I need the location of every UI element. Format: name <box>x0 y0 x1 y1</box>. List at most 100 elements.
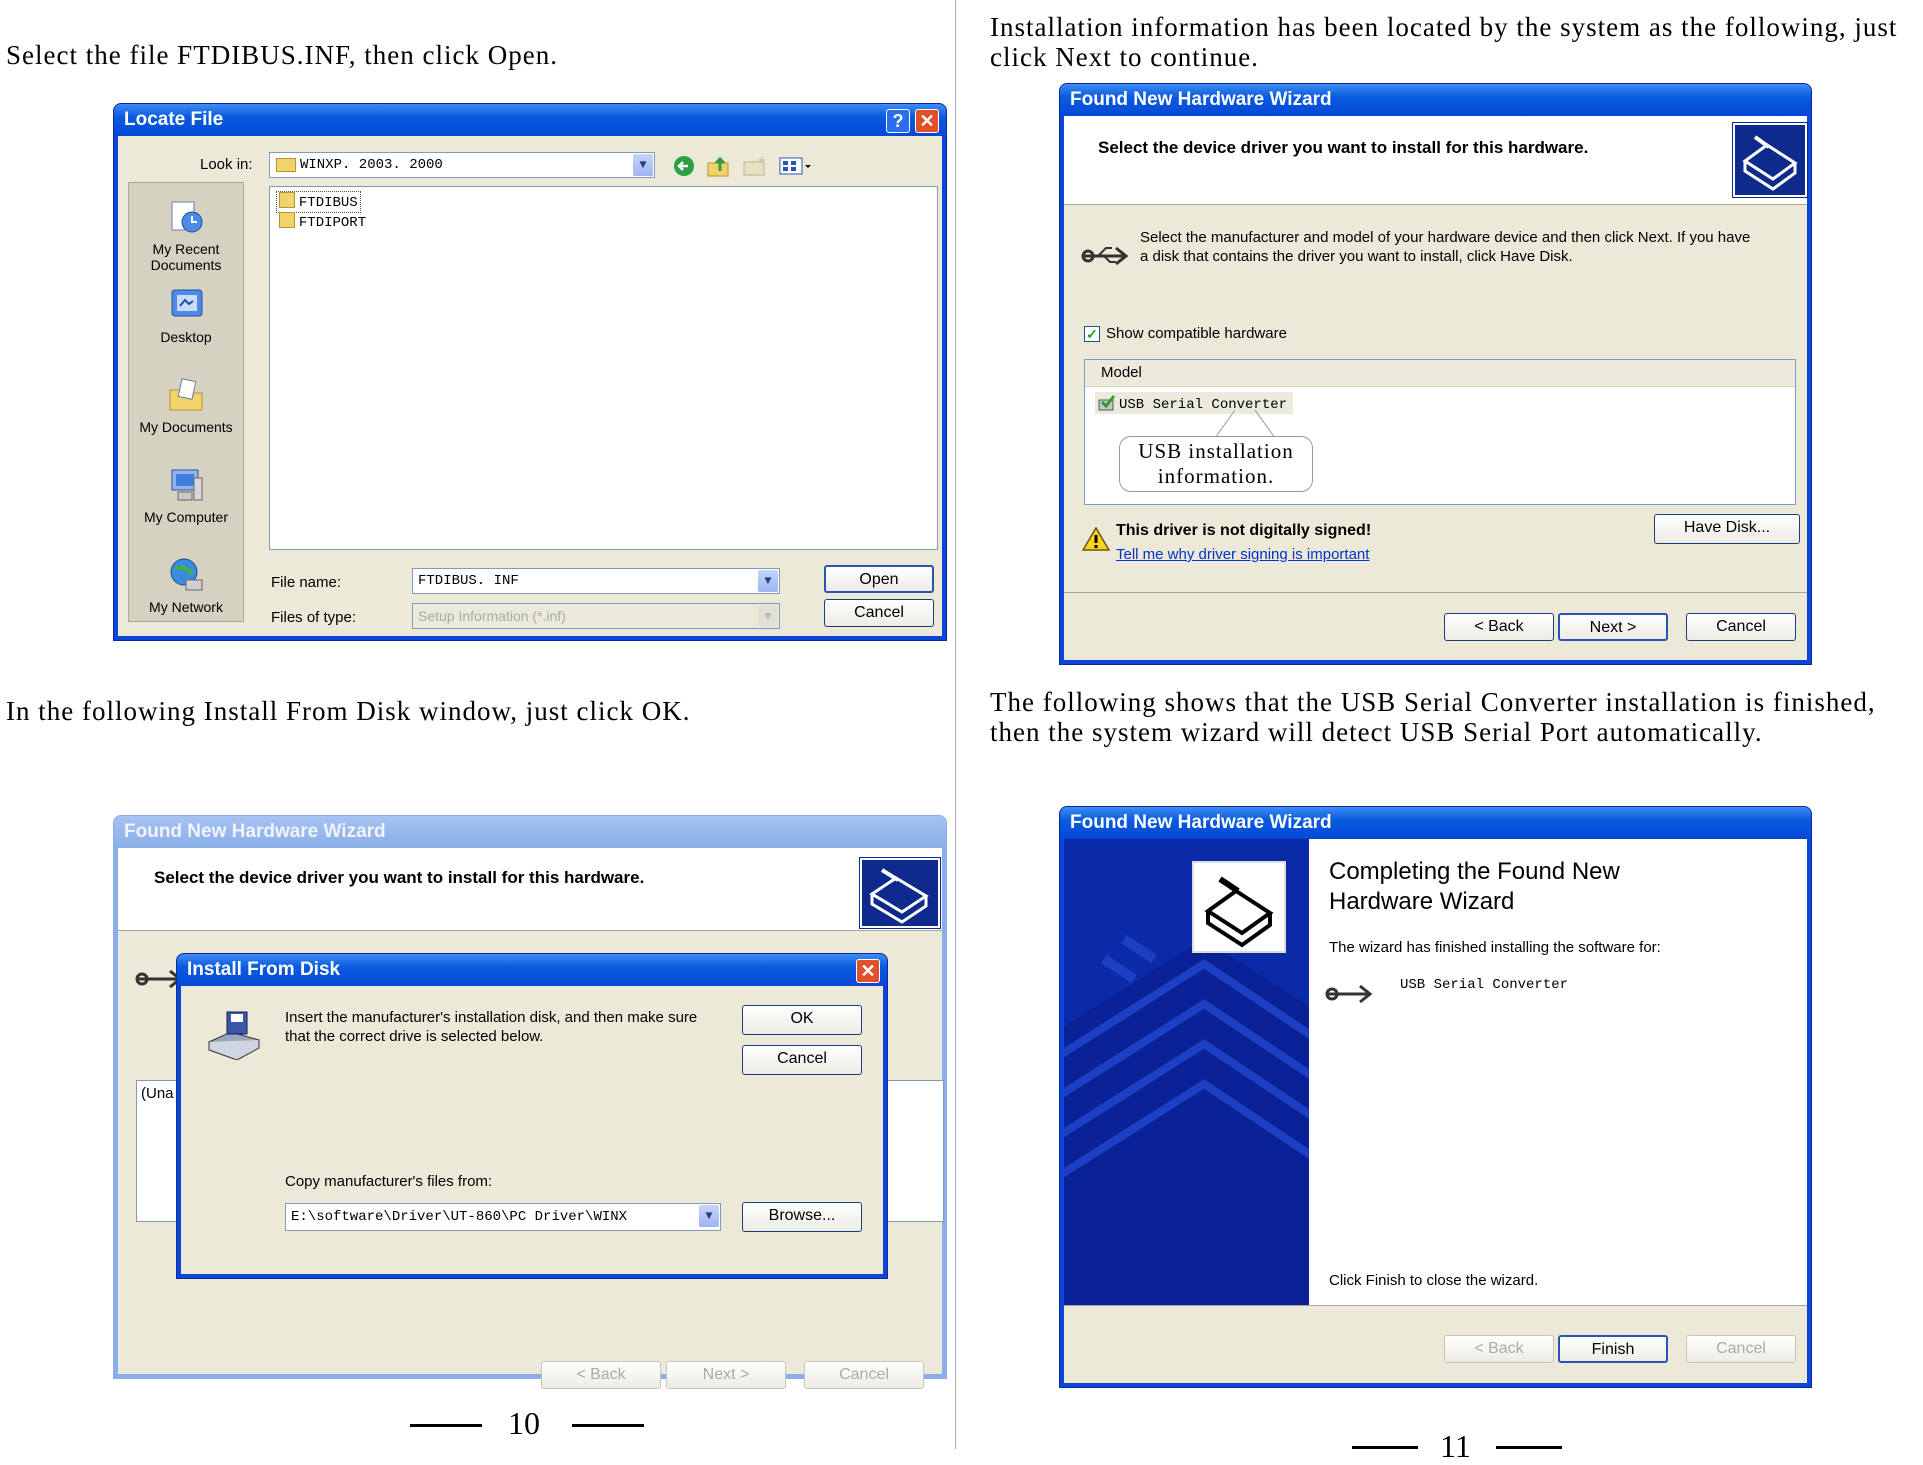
cancel-button[interactable]: Cancel <box>1686 613 1796 641</box>
wizard-header-title: Select the device driver you want to ins… <box>154 868 645 887</box>
new-folder-icon[interactable] <box>742 154 768 178</box>
wizard-instructions: Select the manufacturer and model of you… <box>1140 229 1751 265</box>
place-my-computer[interactable]: My Computer <box>136 466 236 525</box>
dialog-title: Found New Hardware Wizard <box>114 816 946 848</box>
driver-signing-link[interactable]: Tell me why driver signing is important <box>1116 546 1369 563</box>
place-desktop[interactable]: Desktop <box>136 286 236 345</box>
cancel-button: Cancel <box>804 1361 924 1389</box>
model-header-label: Model <box>1101 364 1142 381</box>
cancel-button: Cancel <box>1686 1335 1796 1363</box>
list-item[interactable]: FTDIBUS <box>276 191 361 213</box>
caption-bottom-right-line2: then the system wizard will detect USB S… <box>990 717 1763 747</box>
look-in-select[interactable]: WINXP. 2003. 2000 ▼ <box>269 152 655 178</box>
chevron-down-icon[interactable]: ▼ <box>633 154 653 176</box>
place-label: My Computer <box>143 509 229 525</box>
chevron-down-icon[interactable]: ▼ <box>699 1205 719 1227</box>
file-list[interactable]: FTDIBUS FTDIPORT <box>269 186 938 550</box>
wizard-select-driver: Found New Hardware Wizard Select the dev… <box>1059 83 1812 665</box>
caption-top-left: Select the file FTDIBUS.INF, then click … <box>6 40 558 70</box>
help-button[interactable]: ? <box>886 109 910 133</box>
back-button: < Back <box>1444 1335 1554 1363</box>
file-name-value: FTDIBUS. INF <box>418 573 519 589</box>
close-button[interactable]: ✕ <box>856 959 880 983</box>
finished-text: The wizard has finished installing the s… <box>1329 939 1661 956</box>
show-compatible-checkbox[interactable]: ✓ <box>1084 326 1100 342</box>
open-button[interactable]: Open <box>824 565 934 593</box>
place-my-documents[interactable]: My Documents <box>136 376 236 435</box>
file-name-input[interactable]: FTDIBUS. INF ▼ <box>412 568 780 594</box>
hardware-icon <box>1732 122 1808 198</box>
page-number-left: 10 <box>508 1405 540 1441</box>
back-button[interactable]: < Back <box>1444 613 1554 641</box>
copy-files-label: Copy manufacturer's files from: <box>285 1173 493 1190</box>
dialog-title: Install From Disk <box>177 954 887 986</box>
header-separator <box>118 930 942 931</box>
wizard-header <box>118 848 942 930</box>
view-menu-icon[interactable] <box>778 154 812 178</box>
usb-icon <box>1325 984 1373 1004</box>
wizard-header-title: Select the device driver you want to ins… <box>1098 138 1589 157</box>
source-path-input[interactable]: E:\software\Driver\UT-860\PC Driver\WINX… <box>285 1203 721 1231</box>
my-computer-icon <box>171 469 203 501</box>
caption-bottom-left: In the following Install From Disk windo… <box>6 696 691 726</box>
usb-icon <box>1081 246 1129 266</box>
hardware-icon <box>1192 861 1286 953</box>
locate-file-dialog: Locate File ? ✕ Look in: WINXP. 2003. 20… <box>113 103 947 641</box>
inf-file-icon <box>279 192 295 208</box>
source-path-value: E:\software\Driver\UT-860\PC Driver\WINX <box>291 1209 628 1225</box>
place-my-recent-documents[interactable]: My Recent Documents <box>136 198 236 273</box>
place-label: My Network <box>149 599 223 615</box>
cancel-button[interactable]: Cancel <box>742 1045 862 1075</box>
browse-button[interactable]: Browse... <box>742 1202 862 1232</box>
page-divider <box>955 0 956 1449</box>
model-column-header[interactable]: Model <box>1085 360 1795 387</box>
page-number-dash <box>572 1424 644 1427</box>
up-folder-icon[interactable] <box>706 153 732 179</box>
finish-button[interactable]: Finish <box>1558 1335 1668 1363</box>
close-button[interactable]: ✕ <box>915 109 939 133</box>
look-in-value: WINXP. 2003. 2000 <box>300 157 443 173</box>
list-fragment: (Una <box>141 1085 174 1102</box>
caption-top-right-line1: Installation information has been locate… <box>990 12 1898 42</box>
wizard-complete: Found New Hardware Wizard Completing the… <box>1059 806 1812 1388</box>
installed-device-name: USB Serial Converter <box>1400 977 1569 993</box>
warning-icon <box>1082 526 1110 551</box>
folder-icon <box>276 158 296 172</box>
dialog-body: Insert the manufacturer's installation d… <box>181 986 883 1274</box>
my-documents-icon <box>169 378 203 411</box>
wizard-header <box>1064 116 1807 204</box>
list-item[interactable]: FTDIPORT <box>279 212 366 232</box>
inf-file-icon <box>279 212 295 228</box>
show-compatible-label: Show compatible hardware <box>1106 325 1287 342</box>
place-label: My Documents <box>139 419 233 435</box>
file-type-value: Setup Information (*.inf) <box>418 608 566 624</box>
dialog-title: Found New Hardware Wizard <box>1060 84 1811 116</box>
cancel-button[interactable]: Cancel <box>824 599 934 627</box>
file-name-label: File name: <box>271 574 342 591</box>
back-button: < Back <box>541 1361 661 1389</box>
install-disk-message: Insert the manufacturer's installation d… <box>285 1009 698 1045</box>
footer-separator <box>1064 592 1807 593</box>
model-list[interactable]: Model USB Serial Converter USB installat… <box>1084 359 1796 505</box>
close-instruction: Click Finish to close the wizard. <box>1329 1272 1539 1289</box>
my-network-icon <box>170 558 203 591</box>
file-name: FTDIBUS <box>298 195 358 211</box>
ok-button[interactable]: OK <box>742 1005 862 1035</box>
look-in-label: Look in: <box>200 156 253 173</box>
place-my-network[interactable]: My Network <box>136 556 236 615</box>
recent-documents-icon <box>171 201 203 233</box>
back-arrow-icon[interactable] <box>672 154 696 178</box>
driver-icon <box>1098 395 1116 411</box>
header-separator <box>1064 204 1807 205</box>
file-name: FTDIPORT <box>298 215 367 231</box>
install-from-disk-dialog: Install From Disk ✕ Insert the manufactu… <box>176 953 888 1279</box>
unsigned-warning: This driver is not digitally signed! <box>1116 522 1372 539</box>
file-type-label: Files of type: <box>271 609 357 626</box>
callout-annotation: USB installation information. <box>1119 436 1313 492</box>
dialog-body: Look in: WINXP. 2003. 2000 ▼ My Recent D… <box>118 136 942 636</box>
chevron-down-icon[interactable]: ▼ <box>758 570 778 592</box>
page-number-right: 11 <box>1440 1428 1471 1464</box>
have-disk-button[interactable]: Have Disk... <box>1654 514 1800 544</box>
next-button[interactable]: Next > <box>1558 613 1668 641</box>
file-type-select[interactable]: Setup Information (*.inf) ▼ <box>412 603 780 629</box>
